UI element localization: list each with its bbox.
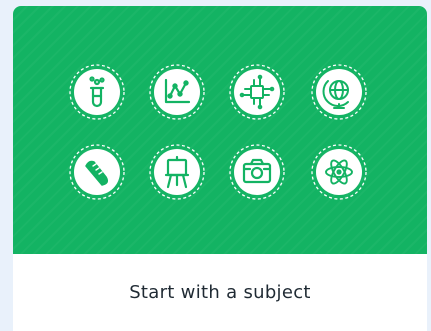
card-caption-text: Start with a subject	[129, 282, 311, 303]
circuit-chip-icon	[229, 64, 285, 120]
subject-banner	[13, 6, 427, 254]
chart-icon	[149, 64, 205, 120]
easel-icon	[149, 144, 205, 200]
card-caption: Start with a subject	[13, 254, 427, 331]
subject-card[interactable]: Start with a subject	[13, 6, 427, 331]
test-tube-icon	[69, 64, 125, 120]
atom-icon	[311, 144, 367, 200]
sneaker-icon	[69, 144, 125, 200]
camera-icon	[229, 144, 285, 200]
globe-icon	[311, 64, 367, 120]
